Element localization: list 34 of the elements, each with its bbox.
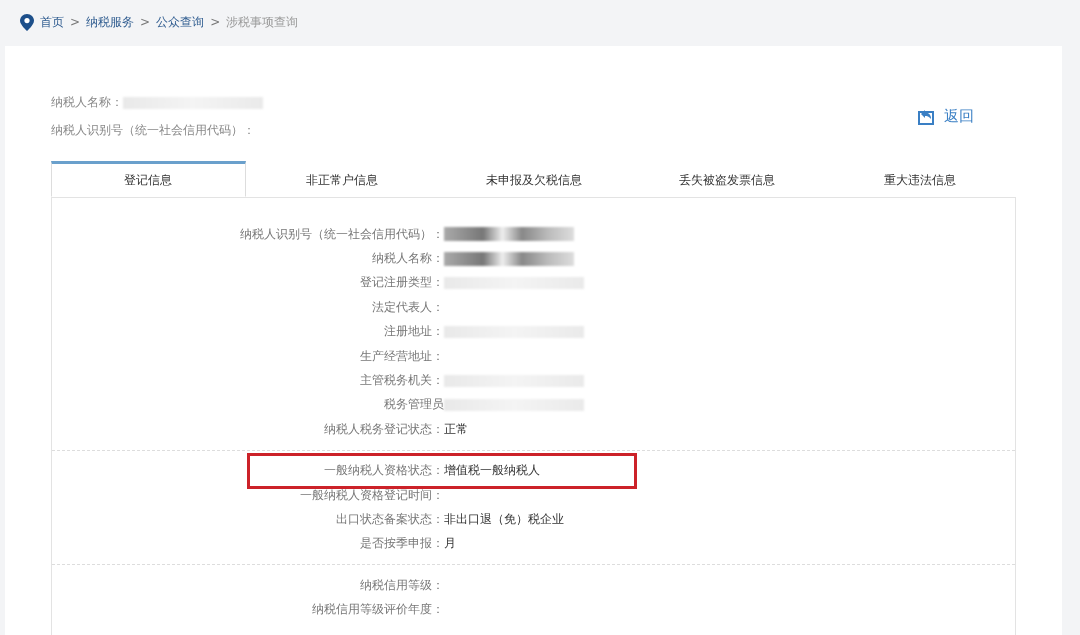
field-label: 出口状态备案状态： bbox=[335, 511, 444, 528]
field-label: 一般纳税人资格状态： bbox=[323, 462, 444, 480]
tab[interactable]: 未申报及欠税信息 bbox=[438, 161, 631, 197]
field-label: 纳税信用等级评价年度： bbox=[311, 601, 444, 619]
field-label: 纳税人名称： bbox=[371, 250, 444, 268]
field-value: 非出口退（免）税企业 bbox=[444, 511, 564, 528]
field-label: 法定代表人： bbox=[371, 298, 444, 316]
location-pin-icon bbox=[20, 13, 34, 31]
breadcrumb-link[interactable]: 纳税服务 bbox=[86, 13, 135, 31]
breadcrumb-separator: > bbox=[70, 15, 81, 29]
breadcrumb-separator: > bbox=[140, 15, 151, 29]
field-label: 主管税务机关： bbox=[359, 372, 444, 390]
field-value: 正常 bbox=[444, 420, 468, 438]
field-label: 纳税人识别号（统一社会信用代码）： bbox=[51, 122, 255, 139]
field-label: 纳税人识别号（统一社会信用代码）： bbox=[239, 225, 444, 243]
tab[interactable]: 登记信息 bbox=[51, 161, 246, 197]
field-label: 纳税人名称： bbox=[51, 94, 123, 111]
field-label: 纳税人税务登记状态： bbox=[323, 420, 444, 438]
field-label: 税务管理员 bbox=[383, 396, 444, 414]
field-label: 纳税信用等级： bbox=[359, 576, 444, 594]
tab[interactable]: 重大违法信息 bbox=[823, 161, 1016, 197]
field-label: 是否按季申报： bbox=[359, 535, 444, 553]
field-label: 一般纳税人资格登记时间： bbox=[299, 486, 444, 504]
breadcrumb-link[interactable]: 首页 bbox=[40, 13, 64, 31]
breadcrumb-link[interactable]: 公众查询 bbox=[156, 13, 205, 31]
field-value: 增值税一般纳税人 bbox=[444, 462, 540, 480]
field-label: 登记注册类型： bbox=[359, 274, 444, 292]
breadcrumb-separator: > bbox=[210, 15, 221, 29]
field-value: 月 bbox=[444, 535, 456, 553]
tab[interactable]: 非正常户信息 bbox=[245, 161, 439, 197]
back-link[interactable]: 返回 bbox=[918, 94, 974, 139]
field-label: 生产经营地址： bbox=[359, 347, 444, 365]
tab[interactable]: 丢失被盗发票信息 bbox=[630, 161, 824, 197]
field-label: 注册地址： bbox=[383, 323, 444, 341]
